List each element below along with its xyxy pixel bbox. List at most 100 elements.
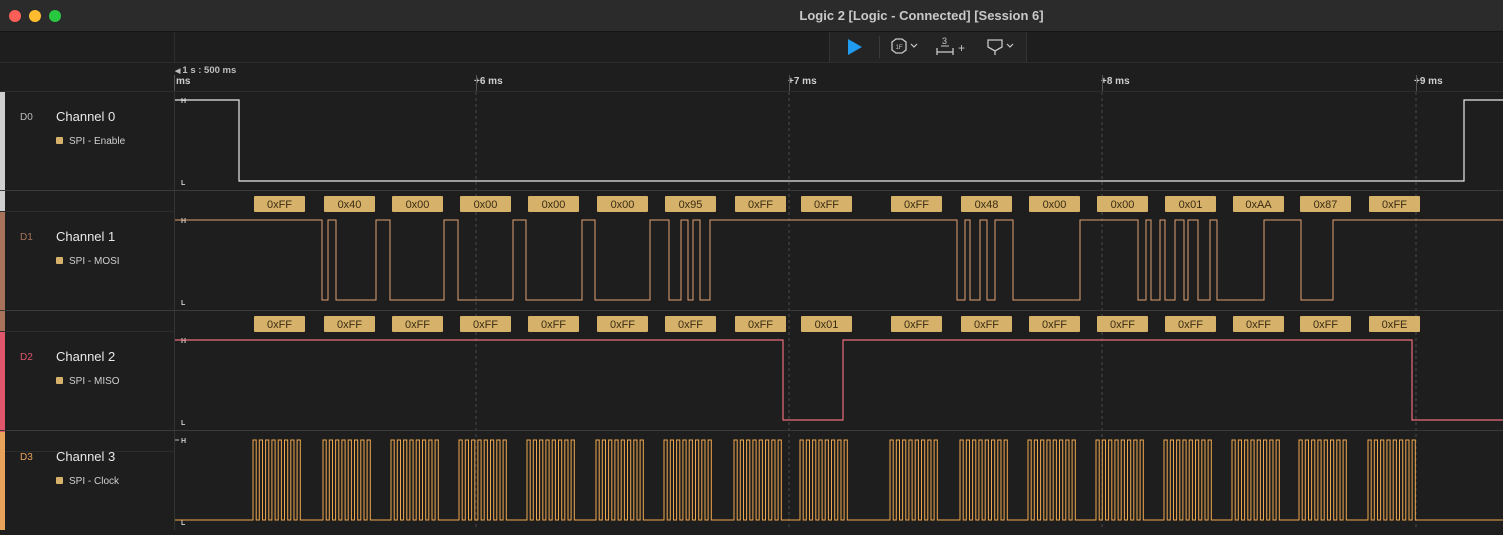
high-level-label: H	[181, 338, 186, 345]
mosi-byte-value: 0x48	[975, 199, 999, 211]
low-level-label: L	[181, 520, 186, 527]
mosi-byte-value: 0x00	[542, 199, 566, 211]
miso-byte-value: 0xFF	[1110, 319, 1135, 331]
ruler-tick	[1102, 75, 1103, 91]
toolbar-divider	[174, 32, 175, 62]
ruler-tick-label: +7 ms	[788, 76, 817, 87]
channel-name[interactable]: Channel 1	[56, 229, 115, 244]
ruler-tick	[174, 75, 175, 91]
mosi-byte-value: 0x00	[406, 199, 430, 211]
miso-byte-value: 0xFF	[904, 319, 929, 331]
mosi-byte-value: 0xFF	[267, 199, 292, 211]
miso-byte-value: 0xFF	[405, 319, 430, 331]
miso-byte-value: 0xFF	[337, 319, 362, 331]
mosi-byte-value: 0x00	[611, 199, 635, 211]
low-level-label: L	[181, 420, 186, 427]
play-icon	[848, 39, 862, 55]
mosi-byte-value: 0x00	[474, 199, 498, 211]
channel-analyzer[interactable]: SPI - MOSI	[56, 256, 120, 267]
miso-byte-value: 0xFF	[267, 319, 292, 331]
capture-toolbar: 1F 3 +	[0, 32, 1503, 63]
high-level-label: H	[181, 98, 186, 105]
channel-divider	[0, 310, 1503, 311]
miso-byte-value: 0xFF	[1042, 319, 1067, 331]
ruler-tick-label: +8 ms	[1101, 76, 1130, 87]
waveform-viewport[interactable]: H L H L H L H L 0xFF 0x40 0x00 0x00 0x00 0x00 0x95 0xFF…	[175, 92, 1503, 530]
trigger-icon: 1F	[891, 38, 918, 54]
low-level-label: L	[181, 180, 186, 187]
channel-name[interactable]: Channel 2	[56, 349, 115, 364]
ruler-tick	[789, 75, 790, 91]
channel-analyzer[interactable]: SPI - Clock	[56, 476, 119, 487]
high-level-label: H	[181, 218, 186, 225]
mosi-byte-value: 0xFF	[814, 199, 839, 211]
channel-row-d3[interactable]: D3 Channel 3 SPI - Clock	[0, 432, 174, 530]
analyzer-swatch	[56, 477, 63, 484]
channel-name[interactable]: Channel 0	[56, 109, 115, 124]
mosi-byte-value: 0xFF	[904, 199, 929, 211]
channel-row-d1[interactable]: D1 Channel 1 SPI - MOSI	[0, 212, 174, 332]
mosi-byte-value: 0x95	[679, 199, 703, 211]
channel-color-bar	[0, 212, 5, 331]
channel-list: D0 Channel 0 SPI - Enable D1 Channel 1 S…	[0, 92, 175, 530]
waveform-canvas[interactable]: H L H L H L H L 0xFF 0x40 0x00 0x00 0x00 0x00 0x95 0xFF…	[175, 92, 1503, 530]
miso-byte-value: 0xFF	[678, 319, 703, 331]
svg-text:1F: 1F	[896, 45, 903, 51]
channel-id: D0	[20, 112, 33, 123]
channel-row-d0[interactable]: D0 Channel 0 SPI - Enable	[0, 92, 174, 212]
ruler-tick	[476, 75, 477, 91]
ruler-unit: ms	[176, 76, 191, 87]
mosi-waveform	[175, 219, 1503, 301]
mosi-byte-value: 0x01	[1179, 199, 1203, 211]
measure-icon: 3 +	[936, 36, 965, 55]
mosi-byte-value: 0xAA	[1245, 199, 1272, 211]
miso-byte-value: 0x01	[815, 319, 839, 331]
channel-analyzer[interactable]: SPI - MISO	[56, 376, 120, 387]
miso-byte-value: 0xFF	[1178, 319, 1203, 331]
miso-byte-value: 0xFF	[541, 319, 566, 331]
enable-waveform	[175, 99, 1503, 182]
miso-byte-value: 0xFF	[974, 319, 999, 331]
mosi-byte-value: 0x00	[1111, 199, 1135, 211]
analyzer-swatch	[56, 257, 63, 264]
ruler-tick-label: +6 ms	[474, 76, 503, 87]
mosi-byte-value: 0xFF	[1382, 199, 1407, 211]
miso-byte-value: 0xFE	[1382, 319, 1408, 331]
channel-name[interactable]: Channel 3	[56, 449, 115, 464]
channel-id: D2	[20, 352, 33, 363]
analyzer-swatch	[56, 377, 63, 384]
channel-id: D1	[20, 232, 33, 243]
marker-icon	[987, 39, 1014, 55]
low-level-label: L	[181, 300, 186, 307]
start-capture-button[interactable]	[842, 37, 866, 57]
window-title: Logic 2 [Logic - Connected] [Session 6]	[799, 8, 1044, 23]
miso-byte-value: 0xFF	[1246, 319, 1271, 331]
miso-waveform	[175, 339, 1503, 421]
scale-left-arrow-icon: ◀	[175, 68, 181, 75]
measure-count: 3	[942, 37, 947, 46]
mosi-byte-value: 0x00	[1043, 199, 1067, 211]
mosi-byte-value: 0x40	[338, 199, 362, 211]
channel-divider	[0, 430, 1503, 431]
channel-analyzer[interactable]: SPI - Enable	[56, 136, 125, 147]
trigger-dropdown[interactable]: 1F	[888, 37, 922, 57]
channel-color-bar	[0, 92, 5, 211]
marker-dropdown[interactable]	[984, 37, 1018, 57]
title-bar: Logic 2 [Logic - Connected] [Session 6]	[0, 0, 1503, 32]
miso-byte-value: 0xFF	[1313, 319, 1338, 331]
clock-waveform	[175, 439, 1503, 521]
miso-byte-value: 0xFF	[748, 319, 773, 331]
mosi-byte-value: 0x87	[1314, 199, 1338, 211]
miso-byte-value: 0xFF	[610, 319, 635, 331]
ruler-tick	[1416, 75, 1417, 91]
time-ruler[interactable]: ◀ 1 s : 500 ms ms +6 ms +7 ms +8 ms +9 ms	[0, 63, 1503, 92]
channel-color-bar	[0, 432, 5, 530]
channel-divider	[0, 190, 1503, 191]
capture-controls: 1F 3 +	[829, 32, 1027, 62]
ruler-tick-label: +9 ms	[1414, 76, 1443, 87]
measure-plus: +	[958, 41, 965, 55]
time-scale-label: ◀ 1 s : 500 ms	[175, 65, 237, 76]
high-level-label: H	[181, 438, 186, 445]
add-measurement-button[interactable]: 3 +	[934, 36, 970, 57]
analyzer-swatch	[56, 137, 63, 144]
